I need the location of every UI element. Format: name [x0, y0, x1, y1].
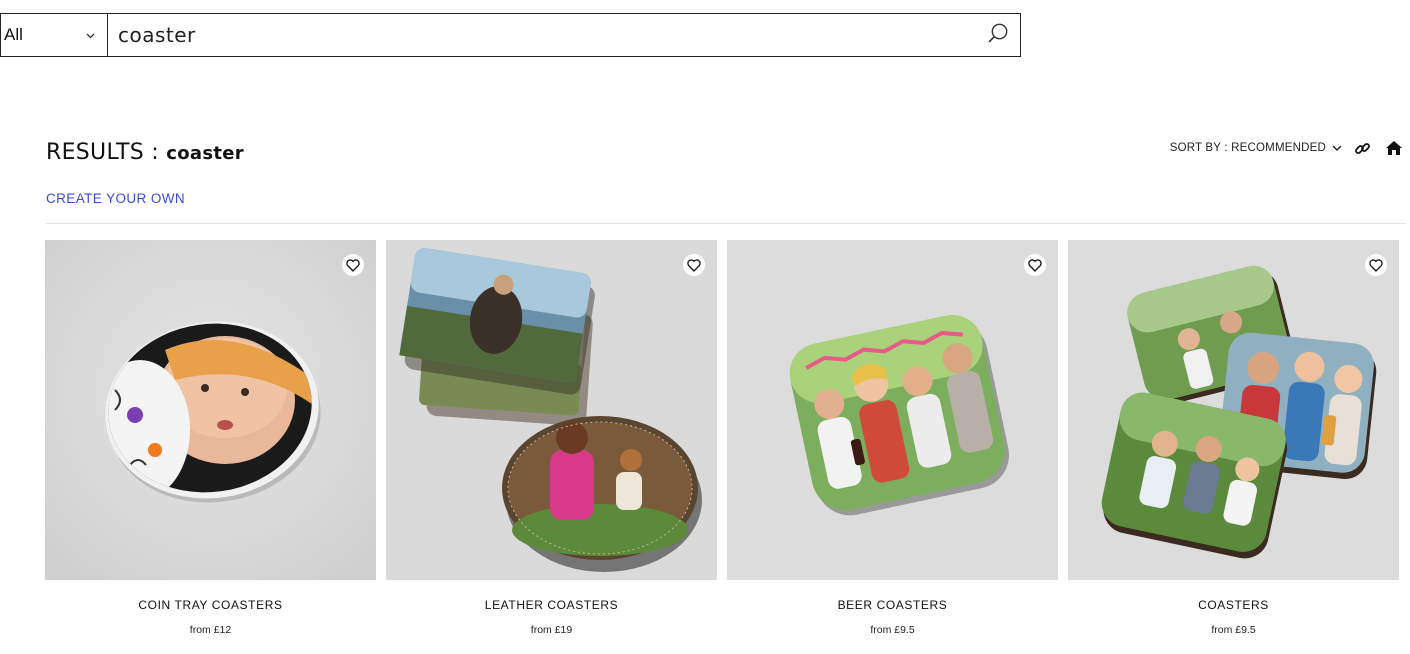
search-icon [987, 22, 1009, 49]
search-scope-label: All [4, 25, 23, 44]
favourite-button[interactable] [1365, 254, 1387, 276]
link-icon[interactable] [1350, 138, 1374, 158]
product-card[interactable]: COASTERS from £9.5 [1068, 240, 1399, 636]
favourite-button[interactable] [342, 254, 364, 276]
chevron-down-icon [1332, 145, 1342, 151]
product-image [386, 240, 717, 580]
chevron-down-icon [86, 28, 95, 42]
product-card[interactable]: LEATHER COASTERS from £19 [386, 240, 717, 636]
product-price: from £12 [189, 624, 232, 636]
coin-tray-coaster-image [45, 240, 376, 580]
product-card[interactable]: BEER COASTERS from £9.5 [727, 240, 1058, 636]
results-title: RESULTS : coaster [46, 140, 244, 165]
search-input[interactable] [108, 14, 976, 56]
product-image [727, 240, 1058, 580]
product-image [45, 240, 376, 580]
search-button[interactable] [976, 14, 1020, 56]
coasters-image [1068, 240, 1399, 580]
results-query: coaster [166, 143, 244, 164]
beer-coaster-image [727, 240, 1058, 580]
sort-by-label: SORT BY : RECOMMENDED [1169, 142, 1326, 154]
product-image [1068, 240, 1399, 580]
header-divider [46, 223, 1406, 224]
results-toolbar: SORT BY : RECOMMENDED [1170, 138, 1406, 158]
product-grid: COIN TRAY COASTERS from £12 LEATHER COAS… [45, 240, 1399, 636]
search-scope-dropdown[interactable]: All [1, 14, 108, 56]
product-price: from £9.5 [870, 624, 915, 636]
product-card[interactable]: COIN TRAY COASTERS from £12 [45, 240, 376, 636]
product-name[interactable]: LEATHER COASTERS [386, 598, 717, 612]
product-name[interactable]: COIN TRAY COASTERS [45, 598, 376, 612]
product-name[interactable]: BEER COASTERS [727, 598, 1058, 612]
product-name[interactable]: COASTERS [1068, 598, 1399, 612]
product-price: from £9.5 [1211, 624, 1256, 636]
sort-by-dropdown[interactable]: SORT BY : RECOMMENDED [1170, 142, 1342, 154]
heart-icon [1028, 258, 1042, 272]
create-your-own-link[interactable]: CREATE YOUR OWN [46, 191, 185, 206]
product-price: from £19 [530, 624, 573, 636]
favourite-button[interactable] [683, 254, 705, 276]
leather-coaster-image [386, 240, 717, 580]
heart-icon [1369, 258, 1383, 272]
heart-icon [687, 258, 701, 272]
search-bar: All [0, 13, 1021, 57]
home-icon[interactable] [1382, 138, 1406, 158]
favourite-button[interactable] [1024, 254, 1046, 276]
results-label: RESULTS : [46, 140, 159, 165]
heart-icon [346, 258, 360, 272]
